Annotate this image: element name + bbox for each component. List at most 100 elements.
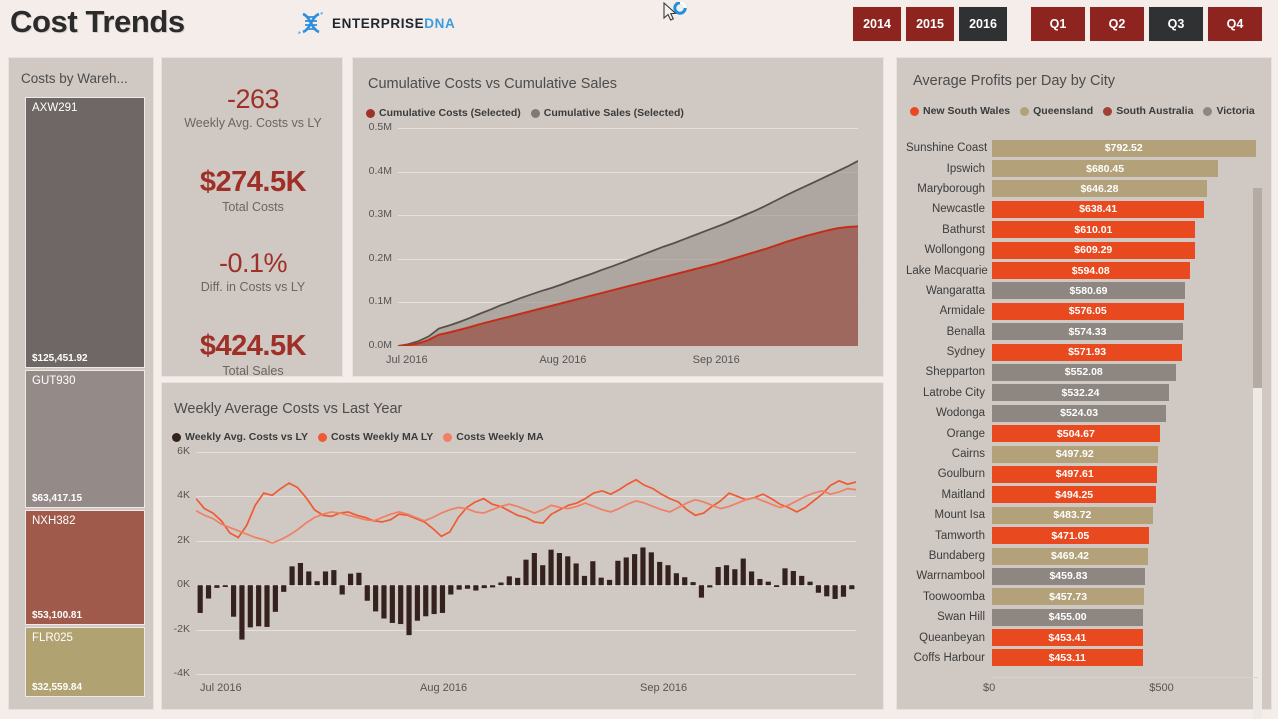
profits-bar-fill[interactable]: $483.72 bbox=[992, 506, 1153, 524]
year-option-2014[interactable]: 2014 bbox=[852, 6, 902, 42]
profits-bar-row[interactable]: Orange $504.67 bbox=[906, 423, 1258, 443]
profits-x-tick: $0 bbox=[983, 682, 996, 694]
profits-bar-row[interactable]: Wodonga $524.03 bbox=[906, 403, 1258, 423]
profits-bar-fill[interactable]: $574.33 bbox=[992, 323, 1183, 341]
profits-bar-city-label: Cairns bbox=[951, 448, 985, 461]
cumulative-legend-item[interactable]: Cumulative Costs (Selected) bbox=[366, 107, 521, 119]
profits-bar-fill[interactable]: $646.28 bbox=[992, 180, 1207, 198]
kpi-value: $424.5K bbox=[199, 330, 307, 362]
weekly-chart-plot[interactable]: -4K -2K 0K 2K 4K 6K Jul 2016 Aug 2016 Sep 2016 bbox=[174, 445, 856, 694]
weekly-legend-item[interactable]: Costs Weekly MA LY bbox=[317, 431, 433, 443]
profits-bar-fill[interactable]: $792.52 bbox=[992, 139, 1256, 157]
profits-bar-row[interactable]: Sydney $571.93 bbox=[906, 342, 1258, 362]
quarter-option-q1[interactable]: Q1 bbox=[1030, 6, 1086, 42]
profits-bar-row[interactable]: Wangaratta $580.69 bbox=[906, 281, 1258, 301]
profits-legend-item[interactable]: New South Wales bbox=[910, 105, 1010, 117]
profits-bar-row[interactable]: Cairns $497.92 bbox=[906, 444, 1258, 464]
treemap-cell[interactable]: GUT930 $63,417.15 bbox=[25, 370, 145, 508]
year-option-2016[interactable]: 2016 bbox=[958, 6, 1008, 42]
profits-bar-fill[interactable]: $552.08 bbox=[992, 363, 1176, 381]
profits-bar-row[interactable]: Maryborough $646.28 bbox=[906, 179, 1258, 199]
treemap-cell[interactable]: FLR025 $32,559.84 bbox=[25, 626, 145, 697]
profits-bar-fill[interactable]: $459.83 bbox=[992, 567, 1145, 585]
profits-bar-fill[interactable]: $455.00 bbox=[992, 608, 1144, 626]
weekly-legend-item[interactable]: Weekly Avg. Costs vs LY bbox=[172, 431, 308, 443]
treemap-cell[interactable]: NXH382 $53,100.81 bbox=[25, 509, 145, 625]
profits-bar-fill[interactable]: $453.41 bbox=[992, 629, 1143, 647]
profits-bar-value: $576.05 bbox=[1068, 305, 1107, 318]
profits-chart-rows[interactable]: Sunshine Coast $792.52 Ipswich $680.45 Maryb… bbox=[906, 138, 1258, 668]
cumulative-chart-legend[interactable]: Cumulative Costs (Selected) Cumulative Sa… bbox=[366, 107, 684, 119]
profits-bar-city-label: Latrobe City bbox=[922, 386, 985, 399]
brand-logo: ENTERPRISEDNA bbox=[297, 11, 455, 35]
profits-bar-fill[interactable]: $524.03 bbox=[992, 404, 1167, 422]
profits-bar-track: $594.08 bbox=[992, 262, 1258, 280]
profits-bar-fill[interactable]: $576.05 bbox=[992, 302, 1184, 320]
profits-bar-row[interactable]: Ipswich $680.45 bbox=[906, 158, 1258, 178]
profits-bar-row[interactable]: Queanbeyan $453.41 bbox=[906, 627, 1258, 647]
cumulative-legend-item[interactable]: Cumulative Sales (Selected) bbox=[530, 107, 684, 119]
cumulative-chart-plot[interactable]: 0.0M 0.1M 0.2M 0.3M 0.4M 0.5M Jul 2016 Aug 2016… bbox=[369, 121, 858, 366]
profits-bar-row[interactable]: Goulburn $497.61 bbox=[906, 464, 1258, 484]
profits-bar-row[interactable]: Swan Hill $455.00 bbox=[906, 607, 1258, 627]
profits-bar-row[interactable]: Bathurst $610.01 bbox=[906, 220, 1258, 240]
profits-bar-fill[interactable]: $638.41 bbox=[992, 200, 1205, 218]
profits-bar-row[interactable]: Shepparton $552.08 bbox=[906, 362, 1258, 382]
profits-bar-fill[interactable]: $504.67 bbox=[992, 425, 1160, 443]
profits-bar-row[interactable]: Newcastle $638.41 bbox=[906, 199, 1258, 219]
profits-bar-city-label: Orange bbox=[946, 427, 985, 440]
profits-bar-track: $453.11 bbox=[992, 649, 1258, 667]
quarter-option-q2[interactable]: Q2 bbox=[1089, 6, 1145, 42]
profits-legend-item[interactable]: Victoria bbox=[1203, 105, 1255, 117]
profits-bar-city-label: Queanbeyan bbox=[919, 631, 985, 644]
profits-legend-item[interactable]: Queensland bbox=[1020, 105, 1093, 117]
weekly-y-tick: -2K bbox=[173, 622, 190, 635]
quarter-option-q3[interactable]: Q3 bbox=[1148, 6, 1204, 42]
weekly-x-tick: Jul 2016 bbox=[200, 682, 242, 694]
profits-bar-row[interactable]: Sunshine Coast $792.52 bbox=[906, 138, 1258, 158]
profits-bar-row[interactable]: Warrnambool $459.83 bbox=[906, 566, 1258, 586]
profits-bar-fill[interactable]: $594.08 bbox=[992, 262, 1190, 280]
profits-bar-value: $453.41 bbox=[1048, 631, 1087, 644]
weekly-chart-legend[interactable]: Weekly Avg. Costs vs LY Costs Weekly MA L… bbox=[172, 431, 544, 443]
costs-by-warehouse-treemap[interactable]: AXW291 $125,451.92 GUT930 $63,417.15 NXH382 $… bbox=[25, 97, 145, 697]
profits-bar-fill[interactable]: $471.05 bbox=[992, 527, 1149, 545]
profits-bar-fill[interactable]: $497.61 bbox=[992, 465, 1158, 483]
profits-bar-row[interactable]: Mount Isa $483.72 bbox=[906, 505, 1258, 525]
profits-bar-value: $580.69 bbox=[1069, 284, 1108, 297]
profits-bar-fill[interactable]: $469.42 bbox=[992, 547, 1149, 565]
profits-bar-fill[interactable]: $609.29 bbox=[992, 241, 1195, 259]
profits-bar-fill[interactable]: $580.69 bbox=[992, 282, 1186, 300]
profits-bar-row[interactable]: Bundaberg $469.42 bbox=[906, 546, 1258, 566]
year-slicer[interactable]: 2014 2015 2016 bbox=[852, 6, 1008, 42]
profits-bar-value: $494.25 bbox=[1055, 488, 1094, 501]
profits-bar-fill[interactable]: $610.01 bbox=[992, 221, 1195, 239]
profits-bar-row[interactable]: Wollongong $609.29 bbox=[906, 240, 1258, 260]
profits-bar-row[interactable]: Toowoomba $457.73 bbox=[906, 587, 1258, 607]
profits-bar-fill[interactable]: $497.92 bbox=[992, 445, 1158, 463]
profits-bar-value: $497.61 bbox=[1055, 468, 1094, 481]
profits-bar-row[interactable]: Benalla $574.33 bbox=[906, 322, 1258, 342]
quarter-slicer[interactable]: Q1 Q2 Q3 Q4 bbox=[1030, 6, 1263, 42]
quarter-option-q4[interactable]: Q4 bbox=[1207, 6, 1263, 42]
profits-bar-fill[interactable]: $532.24 bbox=[992, 384, 1169, 402]
year-option-2015[interactable]: 2015 bbox=[905, 6, 955, 42]
profits-bar-fill[interactable]: $680.45 bbox=[992, 160, 1219, 178]
cumulative-axis-line bbox=[398, 346, 858, 347]
profits-bar-fill[interactable]: $457.73 bbox=[992, 588, 1145, 606]
profits-legend-item[interactable]: South Australia bbox=[1103, 105, 1193, 117]
profits-bar-fill[interactable]: $453.11 bbox=[992, 649, 1143, 667]
profits-bar-row[interactable]: Armidale $576.05 bbox=[906, 301, 1258, 321]
profits-bar-fill[interactable]: $571.93 bbox=[992, 343, 1183, 361]
profits-bar-row[interactable]: Lake Macquarie $594.08 bbox=[906, 260, 1258, 280]
profits-bar-row[interactable]: Latrobe City $532.24 bbox=[906, 383, 1258, 403]
weekly-legend-item[interactable]: Costs Weekly MA bbox=[443, 431, 544, 443]
profits-bar-row[interactable]: Coffs Harbour $453.11 bbox=[906, 648, 1258, 668]
legend-color-swatch bbox=[366, 108, 375, 118]
treemap-cell[interactable]: AXW291 $125,451.92 bbox=[25, 97, 145, 369]
profits-chart-legend[interactable]: New South Wales Queensland South Australia… bbox=[910, 105, 1255, 117]
profits-bar-row[interactable]: Tamworth $471.05 bbox=[906, 525, 1258, 545]
profits-bar-fill[interactable]: $494.25 bbox=[992, 486, 1157, 504]
weekly-gridline bbox=[196, 674, 856, 675]
profits-bar-row[interactable]: Maitland $494.25 bbox=[906, 485, 1258, 505]
